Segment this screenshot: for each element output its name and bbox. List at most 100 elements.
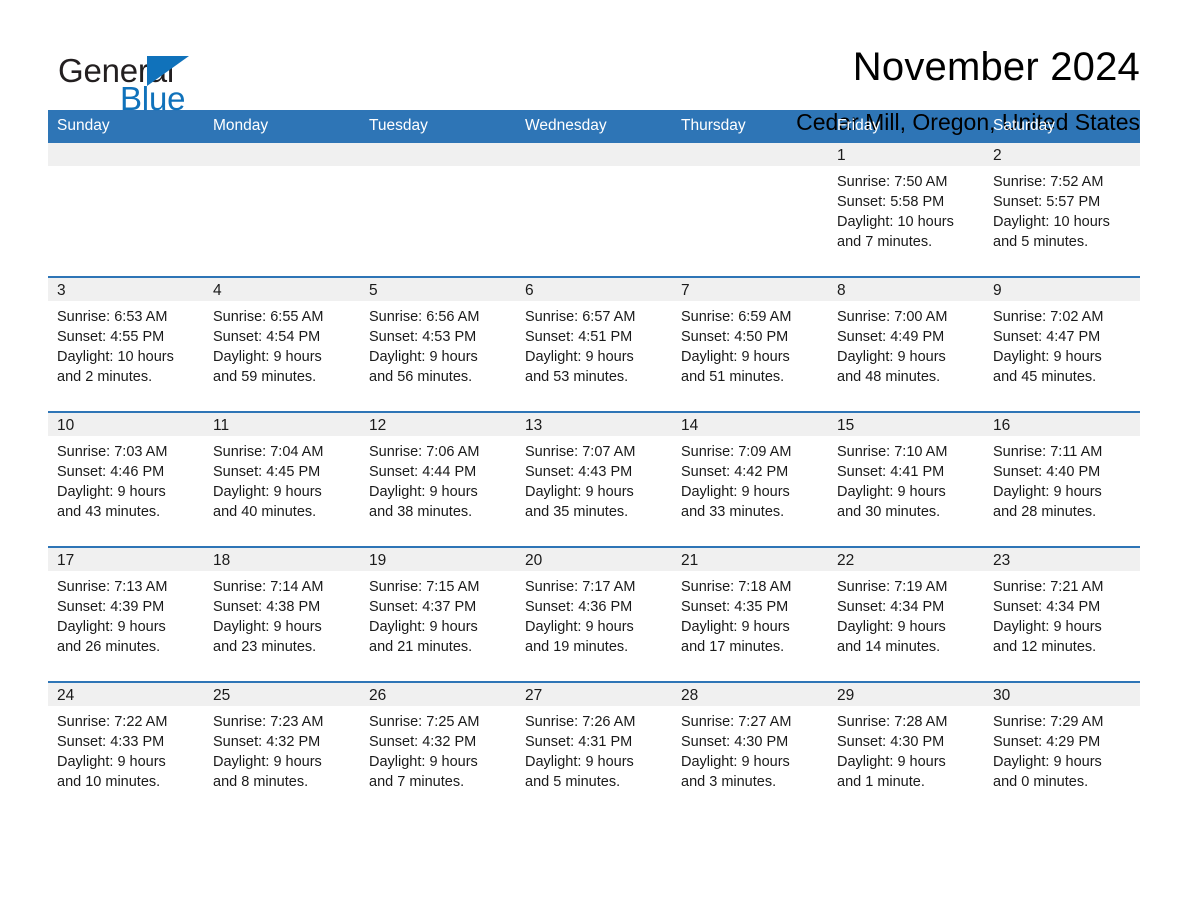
- sunset-text: Sunset: 4:42 PM: [681, 464, 789, 480]
- calendar-day-cell[interactable]: 6 Sunrise: 6:57 AM Sunset: 4:51 PM Daylight…: [516, 276, 672, 412]
- day-number: 7: [672, 278, 828, 301]
- daylight-text-line2: and 5 minutes.: [525, 774, 621, 790]
- sunset-text: Sunset: 4:38 PM: [213, 599, 321, 615]
- day-number: 2: [984, 143, 1140, 166]
- day-number: 21: [672, 548, 828, 571]
- sunrise-text: Sunrise: 7:50 AM: [837, 174, 948, 190]
- calendar-day-cell[interactable]: 20 Sunrise: 7:17 AM Sunset: 4:36 PM Dayligh…: [516, 546, 672, 682]
- day-number: [204, 143, 360, 166]
- calendar-day-cell[interactable]: 17 Sunrise: 7:13 AM Sunset: 4:39 PM Dayligh…: [48, 546, 204, 682]
- daylight-text-line2: and 26 minutes.: [57, 639, 161, 655]
- calendar-day-cell[interactable]: 26 Sunrise: 7:25 AM Sunset: 4:32 PM Dayligh…: [360, 681, 516, 793]
- day-number: 20: [516, 548, 672, 571]
- daylight-text-line2: and 0 minutes.: [993, 774, 1089, 790]
- sunset-text: Sunset: 4:35 PM: [681, 599, 789, 615]
- calendar-day-cell[interactable]: 21 Sunrise: 7:18 AM Sunset: 4:35 PM Dayligh…: [672, 546, 828, 682]
- sunrise-text: Sunrise: 7:13 AM: [57, 579, 168, 595]
- daylight-text-line1: Daylight: 9 hours: [369, 754, 478, 770]
- sunset-text: Sunset: 4:40 PM: [993, 464, 1101, 480]
- daylight-text-line2: and 3 minutes.: [681, 774, 777, 790]
- daylight-text-line2: and 19 minutes.: [525, 639, 629, 655]
- calendar-day-cell[interactable]: 3 Sunrise: 6:53 AM Sunset: 4:55 PM Daylight…: [48, 276, 204, 412]
- day-number: 11: [204, 413, 360, 436]
- calendar-day-cell[interactable]: 5 Sunrise: 6:56 AM Sunset: 4:53 PM Daylight…: [360, 276, 516, 412]
- calendar-day-cell[interactable]: 13 Sunrise: 7:07 AM Sunset: 4:43 PM Dayligh…: [516, 411, 672, 547]
- calendar-day-cell[interactable]: 25 Sunrise: 7:23 AM Sunset: 4:32 PM Dayligh…: [204, 681, 360, 793]
- daylight-text-line1: Daylight: 9 hours: [681, 754, 790, 770]
- calendar-day-cell[interactable]: 23 Sunrise: 7:21 AM Sunset: 4:34 PM Dayligh…: [984, 546, 1140, 682]
- daylight-text-line2: and 56 minutes.: [369, 369, 473, 385]
- calendar-week-row: 10 Sunrise: 7:03 AM Sunset: 4:46 PM Dayligh…: [48, 411, 1140, 547]
- sunset-text: Sunset: 4:53 PM: [369, 329, 477, 345]
- day-details: Sunrise: 6:57 AM Sunset: 4:51 PM Daylight:…: [516, 301, 672, 387]
- calendar-day-cell[interactable]: 12 Sunrise: 7:06 AM Sunset: 4:44 PM Dayligh…: [360, 411, 516, 547]
- day-details: Sunrise: 7:11 AM Sunset: 4:40 PM Daylight:…: [984, 436, 1140, 522]
- day-number: 8: [828, 278, 984, 301]
- calendar-day-cell[interactable]: 9 Sunrise: 7:02 AM Sunset: 4:47 PM Daylight…: [984, 276, 1140, 412]
- sunrise-text: Sunrise: 7:06 AM: [369, 444, 480, 460]
- daylight-text-line2: and 23 minutes.: [213, 639, 317, 655]
- day-details: Sunrise: 7:21 AM Sunset: 4:34 PM Daylight:…: [984, 571, 1140, 657]
- day-details: Sunrise: 6:55 AM Sunset: 4:54 PM Daylight:…: [204, 301, 360, 387]
- daylight-text-line2: and 2 minutes.: [57, 369, 153, 385]
- general-blue-logo[interactable]: General Blue: [48, 46, 248, 118]
- day-number: 27: [516, 683, 672, 706]
- sunrise-text: Sunrise: 7:11 AM: [993, 444, 1103, 460]
- brand-name-blue: Blue: [120, 80, 186, 117]
- day-details: Sunrise: 7:03 AM Sunset: 4:46 PM Daylight:…: [48, 436, 204, 522]
- day-details: Sunrise: 6:56 AM Sunset: 4:53 PM Daylight:…: [360, 301, 516, 387]
- calendar-day-cell[interactable]: 2 Sunrise: 7:52 AM Sunset: 5:57 PM Daylight…: [984, 143, 1140, 277]
- calendar-day-cell[interactable]: 14 Sunrise: 7:09 AM Sunset: 4:42 PM Dayligh…: [672, 411, 828, 547]
- daylight-text-line1: Daylight: 9 hours: [993, 349, 1102, 365]
- page-title: November 2024: [852, 45, 1140, 89]
- daylight-text-line1: Daylight: 9 hours: [837, 349, 946, 365]
- calendar-day-cell[interactable]: 10 Sunrise: 7:03 AM Sunset: 4:46 PM Dayligh…: [48, 411, 204, 547]
- calendar-day-cell[interactable]: 30 Sunrise: 7:29 AM Sunset: 4:29 PM Dayligh…: [984, 681, 1140, 793]
- calendar-day-cell[interactable]: 29 Sunrise: 7:28 AM Sunset: 4:30 PM Dayligh…: [828, 681, 984, 793]
- calendar-day-cell-empty: [360, 143, 516, 277]
- calendar-day-cell[interactable]: 1 Sunrise: 7:50 AM Sunset: 5:58 PM Daylight…: [828, 143, 984, 277]
- calendar-page: General Blue November 2024 Cedar Mill, O…: [0, 0, 1188, 918]
- daylight-text-line1: Daylight: 10 hours: [837, 214, 954, 230]
- sunrise-text: Sunrise: 7:22 AM: [57, 714, 168, 730]
- sunrise-text: Sunrise: 7:17 AM: [525, 579, 636, 595]
- daylight-text-line2: and 45 minutes.: [993, 369, 1097, 385]
- daylight-text-line2: and 10 minutes.: [57, 774, 161, 790]
- daylight-text-line1: Daylight: 10 hours: [993, 214, 1110, 230]
- sunset-text: Sunset: 4:55 PM: [57, 329, 165, 345]
- sunrise-text: Sunrise: 7:23 AM: [213, 714, 324, 730]
- sunrise-text: Sunrise: 7:02 AM: [993, 309, 1104, 325]
- sunset-text: Sunset: 4:50 PM: [681, 329, 789, 345]
- sunset-text: Sunset: 4:41 PM: [837, 464, 945, 480]
- daylight-text-line2: and 17 minutes.: [681, 639, 785, 655]
- daylight-text-line1: Daylight: 9 hours: [369, 484, 478, 500]
- daylight-text-line1: Daylight: 9 hours: [213, 349, 322, 365]
- calendar-day-cell[interactable]: 18 Sunrise: 7:14 AM Sunset: 4:38 PM Dayligh…: [204, 546, 360, 682]
- sunrise-text: Sunrise: 7:25 AM: [369, 714, 480, 730]
- calendar-day-cell[interactable]: 24 Sunrise: 7:22 AM Sunset: 4:33 PM Dayligh…: [48, 681, 204, 793]
- calendar-day-cell[interactable]: 15 Sunrise: 7:10 AM Sunset: 4:41 PM Dayligh…: [828, 411, 984, 547]
- calendar-day-cell[interactable]: 4 Sunrise: 6:55 AM Sunset: 4:54 PM Daylight…: [204, 276, 360, 412]
- daylight-text-line1: Daylight: 9 hours: [525, 754, 634, 770]
- sunrise-text: Sunrise: 7:18 AM: [681, 579, 792, 595]
- calendar-day-cell[interactable]: 11 Sunrise: 7:04 AM Sunset: 4:45 PM Dayligh…: [204, 411, 360, 547]
- daylight-text-line2: and 43 minutes.: [57, 504, 161, 520]
- calendar-day-cell[interactable]: 7 Sunrise: 6:59 AM Sunset: 4:50 PM Daylight…: [672, 276, 828, 412]
- calendar-day-cell[interactable]: 19 Sunrise: 7:15 AM Sunset: 4:37 PM Dayligh…: [360, 546, 516, 682]
- day-number: 16: [984, 413, 1140, 436]
- calendar-day-cell[interactable]: 16 Sunrise: 7:11 AM Sunset: 4:40 PM Dayligh…: [984, 411, 1140, 547]
- day-number: 15: [828, 413, 984, 436]
- calendar-day-cell[interactable]: 27 Sunrise: 7:26 AM Sunset: 4:31 PM Dayligh…: [516, 681, 672, 793]
- calendar-week-row: 17 Sunrise: 7:13 AM Sunset: 4:39 PM Dayligh…: [48, 546, 1140, 682]
- daylight-text-line1: Daylight: 9 hours: [369, 619, 478, 635]
- daylight-text-line2: and 48 minutes.: [837, 369, 941, 385]
- day-details: Sunrise: 7:29 AM Sunset: 4:29 PM Daylight:…: [984, 706, 1140, 792]
- calendar-day-cell[interactable]: 8 Sunrise: 7:00 AM Sunset: 4:49 PM Daylight…: [828, 276, 984, 412]
- day-details: Sunrise: 7:04 AM Sunset: 4:45 PM Daylight:…: [204, 436, 360, 522]
- sunset-text: Sunset: 4:32 PM: [369, 734, 477, 750]
- calendar-day-cell[interactable]: 28 Sunrise: 7:27 AM Sunset: 4:30 PM Dayligh…: [672, 681, 828, 793]
- day-details: Sunrise: 7:15 AM Sunset: 4:37 PM Daylight:…: [360, 571, 516, 657]
- calendar-day-cell[interactable]: 22 Sunrise: 7:19 AM Sunset: 4:34 PM Dayligh…: [828, 546, 984, 682]
- day-number: 9: [984, 278, 1140, 301]
- daylight-text-line2: and 30 minutes.: [837, 504, 941, 520]
